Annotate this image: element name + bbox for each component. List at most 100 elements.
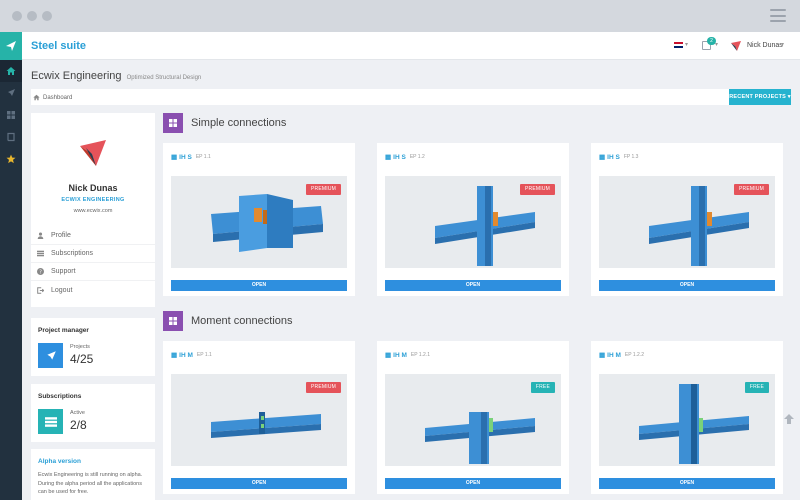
profile-menu: Profile Subscriptions ? Support Logout — [31, 227, 155, 299]
home-icon — [33, 94, 40, 101]
user-name[interactable]: Nick Dunas — [747, 42, 783, 49]
section-title: Simple connections — [191, 117, 287, 129]
card-title[interactable]: ▦ IH S FP 1.3 — [599, 153, 639, 162]
open-button[interactable]: OPEN — [385, 280, 561, 291]
connection-card: ▦ IH S EP 1.2 PREMIUM OPEN — [377, 143, 569, 296]
profile-menu-label: Profile — [51, 232, 71, 239]
grid-icon — [163, 113, 183, 133]
section-header: Moment connections — [163, 311, 293, 331]
connection-card: ▦ IH M EP 1.1 PREMIUM OPEN — [163, 341, 355, 494]
plan-badge: FREE — [530, 382, 555, 393]
stat-value: 2/8 — [70, 418, 87, 432]
card-grid-icon: ▦ — [171, 352, 178, 359]
alpha-text: Ecwix Engineering is still running on al… — [38, 472, 143, 495]
app-title[interactable]: Steel suite — [31, 40, 86, 52]
browser-menu-icon[interactable] — [770, 9, 786, 22]
profile-menu-item[interactable]: Profile — [31, 227, 155, 245]
window-dot[interactable] — [42, 11, 52, 21]
card-title[interactable]: ▦ IH M EP 1.1 — [171, 351, 212, 360]
profile-company: ECWIX ENGINEERING — [61, 197, 125, 203]
connection-card: ▦ IH M EP 1.2.2 FREE OPEN — [591, 341, 783, 494]
card-name: IH M — [179, 351, 193, 359]
user-avatar-icon[interactable] — [730, 40, 742, 52]
window-dot[interactable] — [27, 11, 37, 21]
profile-menu-item[interactable]: Logout — [31, 281, 155, 299]
profile-name: Nick Dunas — [68, 183, 118, 193]
card-grid-icon: ▦ — [385, 352, 392, 359]
card-title[interactable]: ▦ IH S EP 1.2 — [385, 153, 425, 162]
card-grid-icon: ▦ — [385, 154, 392, 161]
subscriptions-card: Subscriptions Active 2/8 — [31, 384, 155, 442]
connection-card: ▦ IH M EP 1.2.1 FREE OPEN — [377, 341, 569, 494]
profile-menu-label: Logout — [51, 286, 73, 294]
card-grid-icon: ▦ — [599, 352, 606, 359]
connection-preview-image[interactable]: PREMIUM — [599, 176, 775, 268]
scroll-up-icon[interactable] — [783, 413, 795, 427]
page-title: Ecwix Engineering Optimized Structural D… — [31, 70, 201, 82]
open-button[interactable]: OPEN — [171, 478, 347, 489]
card-grid-icon: ▦ — [599, 154, 606, 161]
card-title[interactable]: ▦ IH M EP 1.2.2 — [599, 351, 644, 360]
user-icon — [37, 232, 44, 239]
icon-rail — [0, 32, 22, 500]
chevron-down-icon[interactable]: ▾ — [781, 41, 784, 48]
recent-projects-button[interactable]: RECENT PROJECTS ▾ — [729, 89, 791, 105]
card-code: EP 1.2.2 — [624, 352, 644, 358]
profile-menu-item[interactable]: ? Support — [31, 263, 155, 281]
star-icon[interactable] — [0, 148, 22, 170]
grid-icon[interactable] — [0, 104, 22, 126]
card-code: FP 1.3 — [623, 154, 639, 160]
card-title[interactable]: ▦ IH M EP 1.2.1 — [385, 351, 430, 360]
window-dot[interactable] — [12, 11, 22, 21]
question-icon: ? — [37, 268, 44, 275]
chevron-down-icon[interactable]: ▾ — [715, 41, 718, 48]
section-title: Moment connections — [191, 315, 293, 327]
plan-badge: PREMIUM — [305, 382, 341, 393]
chevron-down-icon[interactable]: ▾ — [685, 41, 688, 48]
profile-website[interactable]: www.ecwix.com — [31, 208, 155, 214]
recent-projects-label: RECENT PROJECTS — [729, 94, 787, 100]
profile-menu-label: Support — [51, 268, 76, 275]
plan-badge: FREE — [744, 382, 769, 393]
open-button[interactable]: OPEN — [599, 478, 775, 489]
project-manager-card: Project manager Projects 4/25 — [31, 318, 155, 376]
book-icon[interactable] — [0, 126, 22, 148]
connection-card: ▦ IH S EP 1.1 PREMIUM OPEN — [163, 143, 355, 296]
top-bar: Steel suite ▾ 2 ▾ Nick Dunas ▾ — [22, 32, 800, 60]
stat-label: Active — [70, 410, 85, 416]
stat-label: Projects — [70, 344, 90, 350]
rocket-icon[interactable] — [0, 82, 22, 104]
card-name: IH S — [607, 153, 620, 161]
profile-menu-item[interactable]: Subscriptions — [31, 245, 155, 263]
page-subtitle: Optimized Structural Design — [126, 75, 202, 81]
connection-preview-image[interactable]: PREMIUM — [171, 176, 347, 268]
language-flag-icon[interactable] — [674, 42, 683, 48]
grid-icon — [163, 311, 183, 331]
connection-preview-image[interactable]: FREE — [599, 374, 775, 466]
open-button[interactable]: OPEN — [171, 280, 347, 291]
card-name: IH S — [179, 153, 192, 161]
open-button[interactable]: OPEN — [599, 280, 775, 291]
profile-menu-label: Subscriptions — [51, 250, 94, 257]
card-title[interactable]: ▦ IH S EP 1.1 — [171, 153, 211, 162]
card-name: IH S — [393, 153, 406, 161]
list-icon — [37, 250, 44, 257]
connection-card: ▦ IH S FP 1.3 PREMIUM OPEN — [591, 143, 783, 296]
home-icon[interactable] — [0, 60, 22, 82]
stat-value: 4/25 — [70, 352, 94, 366]
card-name: IH M — [607, 351, 621, 359]
breadcrumb-label: Dashboard — [43, 94, 73, 101]
card-code: EP 1.2 — [409, 154, 425, 160]
stat-title: Subscriptions — [38, 393, 82, 400]
app-logo-icon[interactable] — [0, 32, 22, 60]
rocket-icon — [38, 343, 63, 368]
profile-card: Nick Dunas ECWIX ENGINEERING www.ecwix.c… — [31, 113, 155, 307]
card-code: EP 1.2.1 — [410, 352, 430, 358]
browser-chrome — [0, 0, 800, 32]
connection-preview-image[interactable]: FREE — [385, 374, 561, 466]
open-button[interactable]: OPEN — [385, 478, 561, 489]
card-name: IH M — [393, 351, 407, 359]
breadcrumb-item[interactable]: Dashboard — [33, 94, 72, 101]
connection-preview-image[interactable]: PREMIUM — [385, 176, 561, 268]
connection-preview-image[interactable]: PREMIUM — [171, 374, 347, 466]
